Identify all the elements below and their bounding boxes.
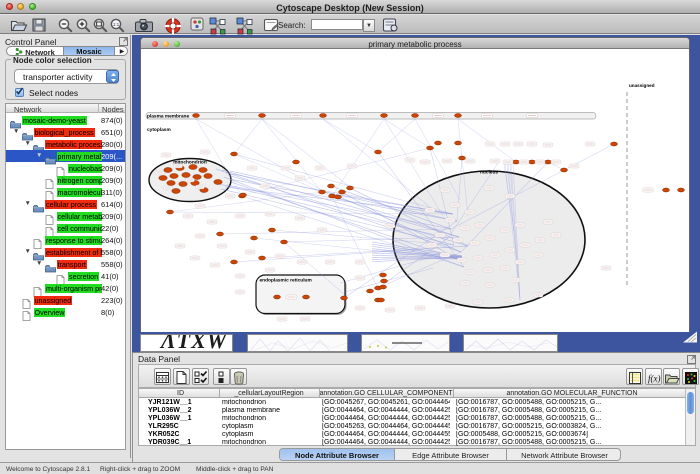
svg-text:plasma membrane: plasma membrane xyxy=(147,114,189,120)
svg-text:endoplasmic reticulum: endoplasmic reticulum xyxy=(260,278,312,284)
svg-text:nucleus: nucleus xyxy=(480,170,498,176)
svg-text:unassigned: unassigned xyxy=(629,83,655,88)
svg-text:cytoplasm: cytoplasm xyxy=(147,127,171,133)
svg-text:f(x): f(x) xyxy=(648,373,661,383)
svg-text:1:1: 1:1 xyxy=(113,22,120,27)
